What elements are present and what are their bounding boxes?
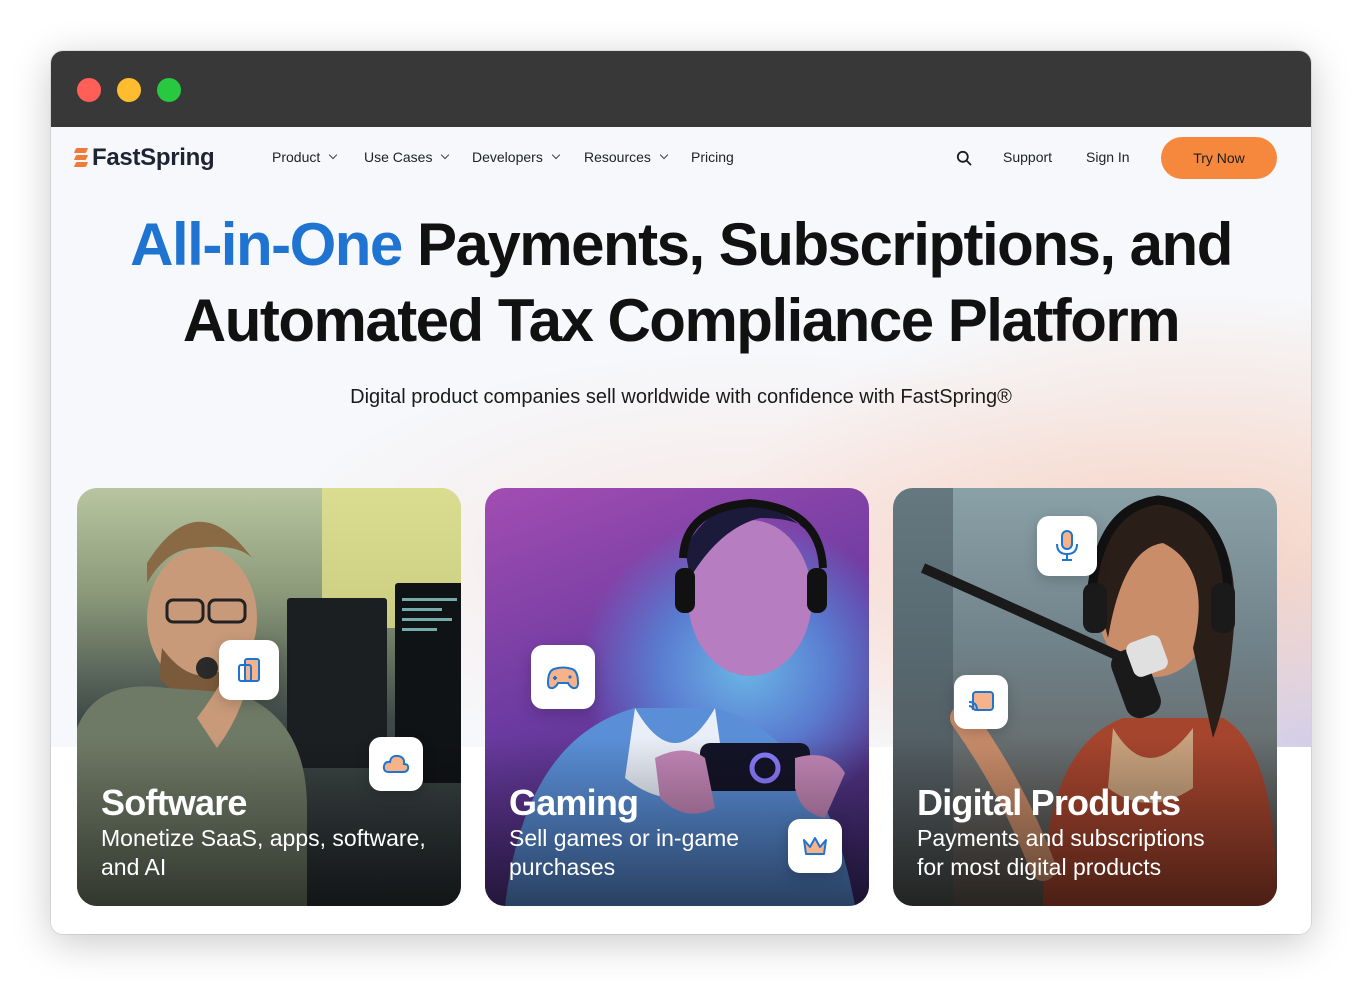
microphone-icon (1037, 516, 1097, 576)
card-software[interactable]: Software Monetize SaaS, apps, software, … (77, 488, 461, 906)
maximize-window-button[interactable] (157, 78, 181, 102)
close-window-button[interactable] (77, 78, 101, 102)
nav-developers[interactable]: Developers (472, 148, 561, 166)
fastspring-logo[interactable]: FastSpring (73, 143, 215, 173)
chevron-down-icon (441, 150, 450, 160)
sign-in-link[interactable]: Sign In (1086, 148, 1130, 166)
hero-title-line-1: All-in-One Payments, Subscriptions, and (51, 207, 1311, 283)
nav-resources[interactable]: Resources (584, 148, 669, 166)
web-page: FastSpring Product Use Cases Developers … (51, 127, 1311, 934)
hero-title-rest: Payments, Subscriptions, and (401, 211, 1233, 278)
chevron-down-icon (329, 150, 338, 160)
card-gaming[interactable]: Gaming Sell games or in-game purchases (485, 488, 869, 906)
card-software-title: Software (101, 782, 247, 823)
nav-use-cases[interactable]: Use Cases (364, 148, 450, 166)
nav-pricing[interactable]: Pricing (691, 148, 734, 166)
chevron-down-icon (659, 150, 669, 160)
window-titlebar (51, 51, 1311, 127)
search-icon[interactable] (956, 150, 972, 166)
crown-icon (788, 819, 842, 873)
nav-product[interactable]: Product (272, 148, 338, 166)
hero-title-line-2: Automated Tax Compliance Platform (182, 287, 1181, 354)
logo-mark-icon (73, 145, 89, 171)
nav-pricing-label: Pricing (691, 149, 734, 165)
browser-window: FastSpring Product Use Cases Developers … (51, 51, 1311, 934)
try-now-button[interactable]: Try Now (1161, 137, 1277, 179)
logo-text: FastSpring (92, 144, 215, 171)
card-digital-products[interactable]: Digital Products Payments and subscripti… (893, 488, 1277, 906)
hero-title-accent: All-in-One (130, 211, 403, 278)
card-gaming-title: Gaming (509, 782, 639, 823)
cloud-icon (369, 737, 423, 791)
nav-resources-label: Resources (584, 149, 651, 165)
card-gaming-description: Sell games or in-game purchases (509, 825, 740, 880)
card-digital-products-title: Digital Products (917, 782, 1181, 823)
gamepad-icon (531, 645, 595, 709)
nav-use-cases-label: Use Cases (364, 149, 433, 165)
cast-icon (954, 675, 1008, 729)
card-digital-products-description: Payments and subscriptions for most digi… (917, 825, 1205, 880)
nav-product-label: Product (272, 149, 321, 165)
chevron-down-icon (551, 150, 561, 160)
minimize-window-button[interactable] (117, 78, 141, 102)
support-link[interactable]: Support (1003, 148, 1052, 166)
nav-developers-label: Developers (472, 149, 543, 165)
devices-icon (219, 640, 279, 700)
hero-subtitle: Digital product companies sell worldwide… (350, 386, 1012, 408)
card-software-description: Monetize SaaS, apps, software, and AI (101, 825, 426, 880)
